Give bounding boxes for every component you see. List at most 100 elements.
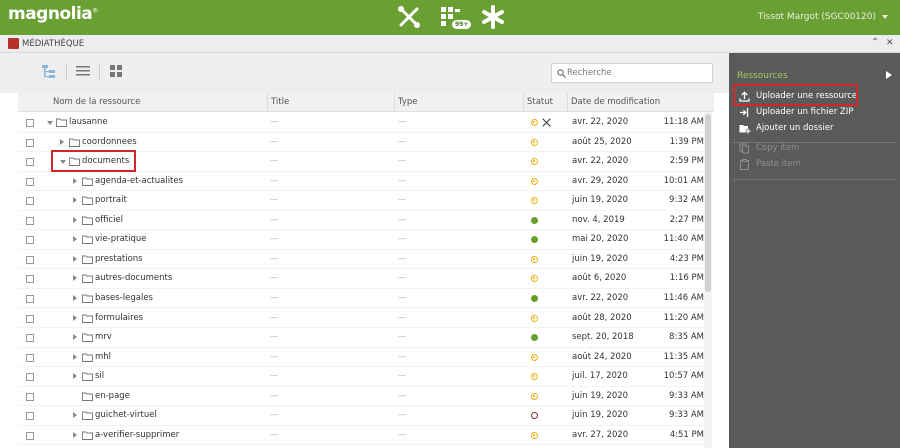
folder-icon [56,118,67,127]
row-checkbox[interactable] [26,392,34,401]
title-cell: — [270,312,278,322]
table-row[interactable]: a-verifier-supprimer — — avr. 27, 2020 4:51 … [18,426,704,446]
row-checkbox[interactable] [26,353,34,362]
table-row[interactable]: mhl — — août 24, 2020 11:35 AM [18,348,704,368]
table-row[interactable]: en-page — — juin 19, 2020 9:33 AM [18,387,704,407]
table-row[interactable]: guichet-virtuel — — juin 19, 2020 9:33 AM [18,406,704,426]
status-pending-icon [531,119,538,126]
collapse-panel-icon[interactable] [886,71,892,79]
row-checkbox[interactable] [26,236,34,245]
row-checkbox[interactable] [26,216,34,225]
column-header-name[interactable]: Nom de la ressource [53,97,140,107]
type-cell: — [398,429,406,439]
table-row[interactable]: portrait — — juin 19, 2020 9:32 AM [18,191,704,211]
chevron-right-icon[interactable] [73,334,77,341]
chevron-right-icon[interactable] [73,216,77,223]
row-checkbox[interactable] [26,255,34,264]
resource-name: a-verifier-supprimer [95,429,180,440]
row-checkbox[interactable] [26,431,34,440]
row-checkbox[interactable] [26,177,34,186]
row-checkbox[interactable] [26,314,34,323]
chevron-right-icon[interactable] [73,314,77,321]
chevron-down-icon [882,14,888,19]
column-header-modified[interactable]: Date de modification [571,97,660,107]
row-checkbox[interactable] [26,373,34,382]
chevron-right-icon[interactable] [73,373,77,380]
table-row[interactable]: officiel — — nov. 4, 2019 2:27 PM [18,211,704,231]
resource-name: portrait [95,195,127,206]
row-checkbox[interactable] [26,294,34,303]
table-row[interactable]: autres-documents — — août 6, 2020 1:16 PM [18,269,704,289]
column-header-type[interactable]: Type [398,97,418,107]
type-cell: — [398,292,406,302]
row-checkbox[interactable] [26,158,34,167]
magnolia-logo[interactable]: magnolia® [8,4,98,24]
row-checkbox[interactable] [26,412,34,421]
chevron-right-icon[interactable] [60,138,64,145]
chevron-right-icon[interactable] [73,412,77,419]
paste-item-action[interactable]: Paste item [729,157,900,172]
type-cell: — [398,136,406,146]
add-folder-action[interactable]: Ajouter un dossier [729,121,900,136]
row-checkbox[interactable] [26,119,34,127]
table-row[interactable]: agenda-et-actualites — — avr. 29, 2020 10:01… [18,172,704,192]
chevron-down-icon[interactable] [47,121,53,125]
table-row[interactable]: bases-legales — — avr. 22, 2020 11:46 AM [18,289,704,309]
chevron-right-icon[interactable] [73,431,77,438]
list-view-icon[interactable] [76,65,92,79]
table-row[interactable]: vie-pratique — — mai 20, 2020 11:40 AM [18,230,704,250]
tools-icon[interactable] [396,4,422,30]
row-checkbox[interactable] [26,138,34,147]
title-cell: — [270,234,278,244]
pulse-icon[interactable]: 99+ [438,4,472,30]
resource-name: bases-legales [95,292,153,303]
upload-zip-action[interactable]: Uploader un fichier ZIP [729,105,900,120]
chevron-down-icon[interactable] [60,160,66,165]
chevron-right-icon[interactable] [73,197,77,204]
grid-scrollbar[interactable] [704,112,712,448]
chevron-right-icon[interactable] [73,353,77,360]
upload-resource-action[interactable]: Uploader une ressource [729,89,900,104]
tree-view-icon[interactable] [42,65,58,79]
copy-item-action-row[interactable]: Copy item [729,141,900,156]
resource-grid: Nom de la ressource Title Type Statut Da… [18,93,714,448]
view-toolbar: Recherche [0,53,729,93]
chevron-right-icon[interactable] [73,275,77,282]
row-checkbox[interactable] [26,334,34,343]
notification-badge: 99+ [452,20,472,29]
chevron-right-icon[interactable] [73,255,77,262]
table-row[interactable]: documents — — avr. 22, 2020 2:59 PM [18,152,704,172]
modified-time: 1:16 PM [669,273,704,284]
status-pending-icon [531,314,538,322]
chevron-right-icon[interactable] [73,236,77,243]
table-row[interactable]: coordonnees — — août 25, 2020 1:39 PM [18,133,704,153]
title-cell: — [270,273,278,283]
title-cell: — [270,410,278,420]
paste-icon [740,159,749,170]
collapse-icon[interactable]: ⌃ [871,37,879,48]
table-row[interactable]: sil — — juil. 17, 2020 10:57 AM [18,367,704,387]
chevron-right-icon[interactable] [73,294,77,301]
modified-date: juin 19, 2020 [572,410,629,421]
close-icon[interactable]: ✕ [886,38,894,48]
action-bar-title: Ressources [737,71,788,81]
row-checkbox[interactable] [26,275,34,284]
table-row[interactable]: mrv — — sept. 20, 2018 8:35 AM [18,328,704,348]
table-row[interactable]: formulaires — — août 28, 2020 11:20 AM [18,309,704,328]
scrollbar-thumb[interactable] [705,114,711,292]
column-header-title[interactable]: Title [271,97,289,107]
column-header-status[interactable]: Statut [527,97,553,107]
table-row[interactable]: lausanne — — avr. 22, 2020 11:18 AM [18,113,704,133]
status-pending-icon [531,275,538,283]
thumbnail-view-icon[interactable] [110,65,126,79]
table-row[interactable]: prestations — — juin 19, 2020 4:23 PM [18,250,704,270]
title-cell: — [270,156,278,166]
user-menu[interactable]: Tissot Margot (SGC00120) [758,12,888,22]
search-field[interactable]: Recherche [551,63,713,83]
chevron-right-icon[interactable] [73,177,77,184]
folder-icon [69,157,80,167]
row-checkbox[interactable] [26,197,34,206]
favorites-asterisk-icon[interactable] [480,4,506,30]
resource-name: autres-documents [95,273,173,284]
type-cell: — [398,253,406,263]
